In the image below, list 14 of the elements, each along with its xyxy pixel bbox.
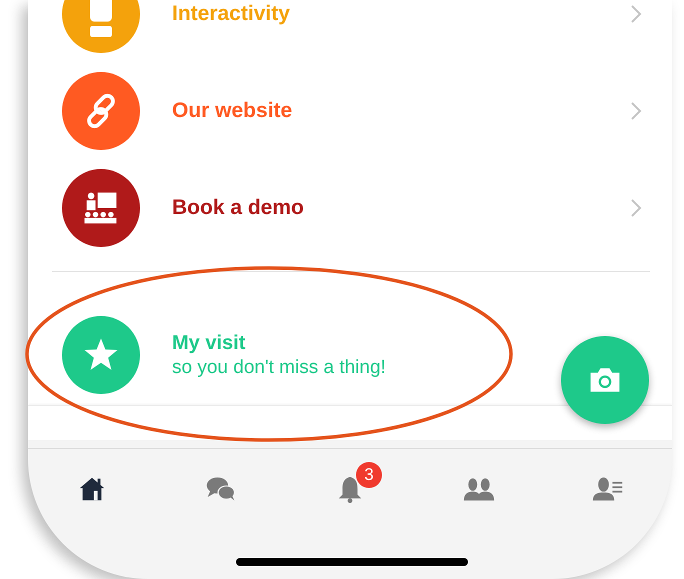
notification-badge: 3 — [356, 462, 382, 488]
notifications-tab[interactable]: 3 — [286, 449, 414, 529]
chevron-right-icon — [630, 4, 642, 24]
visit-item[interactable]: My visit so you don't miss a thing! — [28, 305, 672, 405]
chevron-right-icon — [630, 198, 642, 218]
menu-item[interactable]: Our website — [28, 62, 672, 159]
visit-subtitle: so you don't miss a thing! — [172, 356, 386, 378]
menu-label: Interactivity — [172, 2, 291, 26]
menu-item[interactable]: Interactivity — [28, 0, 672, 62]
chevron-right-icon — [630, 100, 642, 120]
menu-label: Book a demo — [172, 196, 305, 220]
menu-item[interactable]: Book a demo — [28, 159, 672, 256]
menu-label: Our website — [172, 98, 294, 122]
visit-title: My visit — [172, 332, 246, 354]
